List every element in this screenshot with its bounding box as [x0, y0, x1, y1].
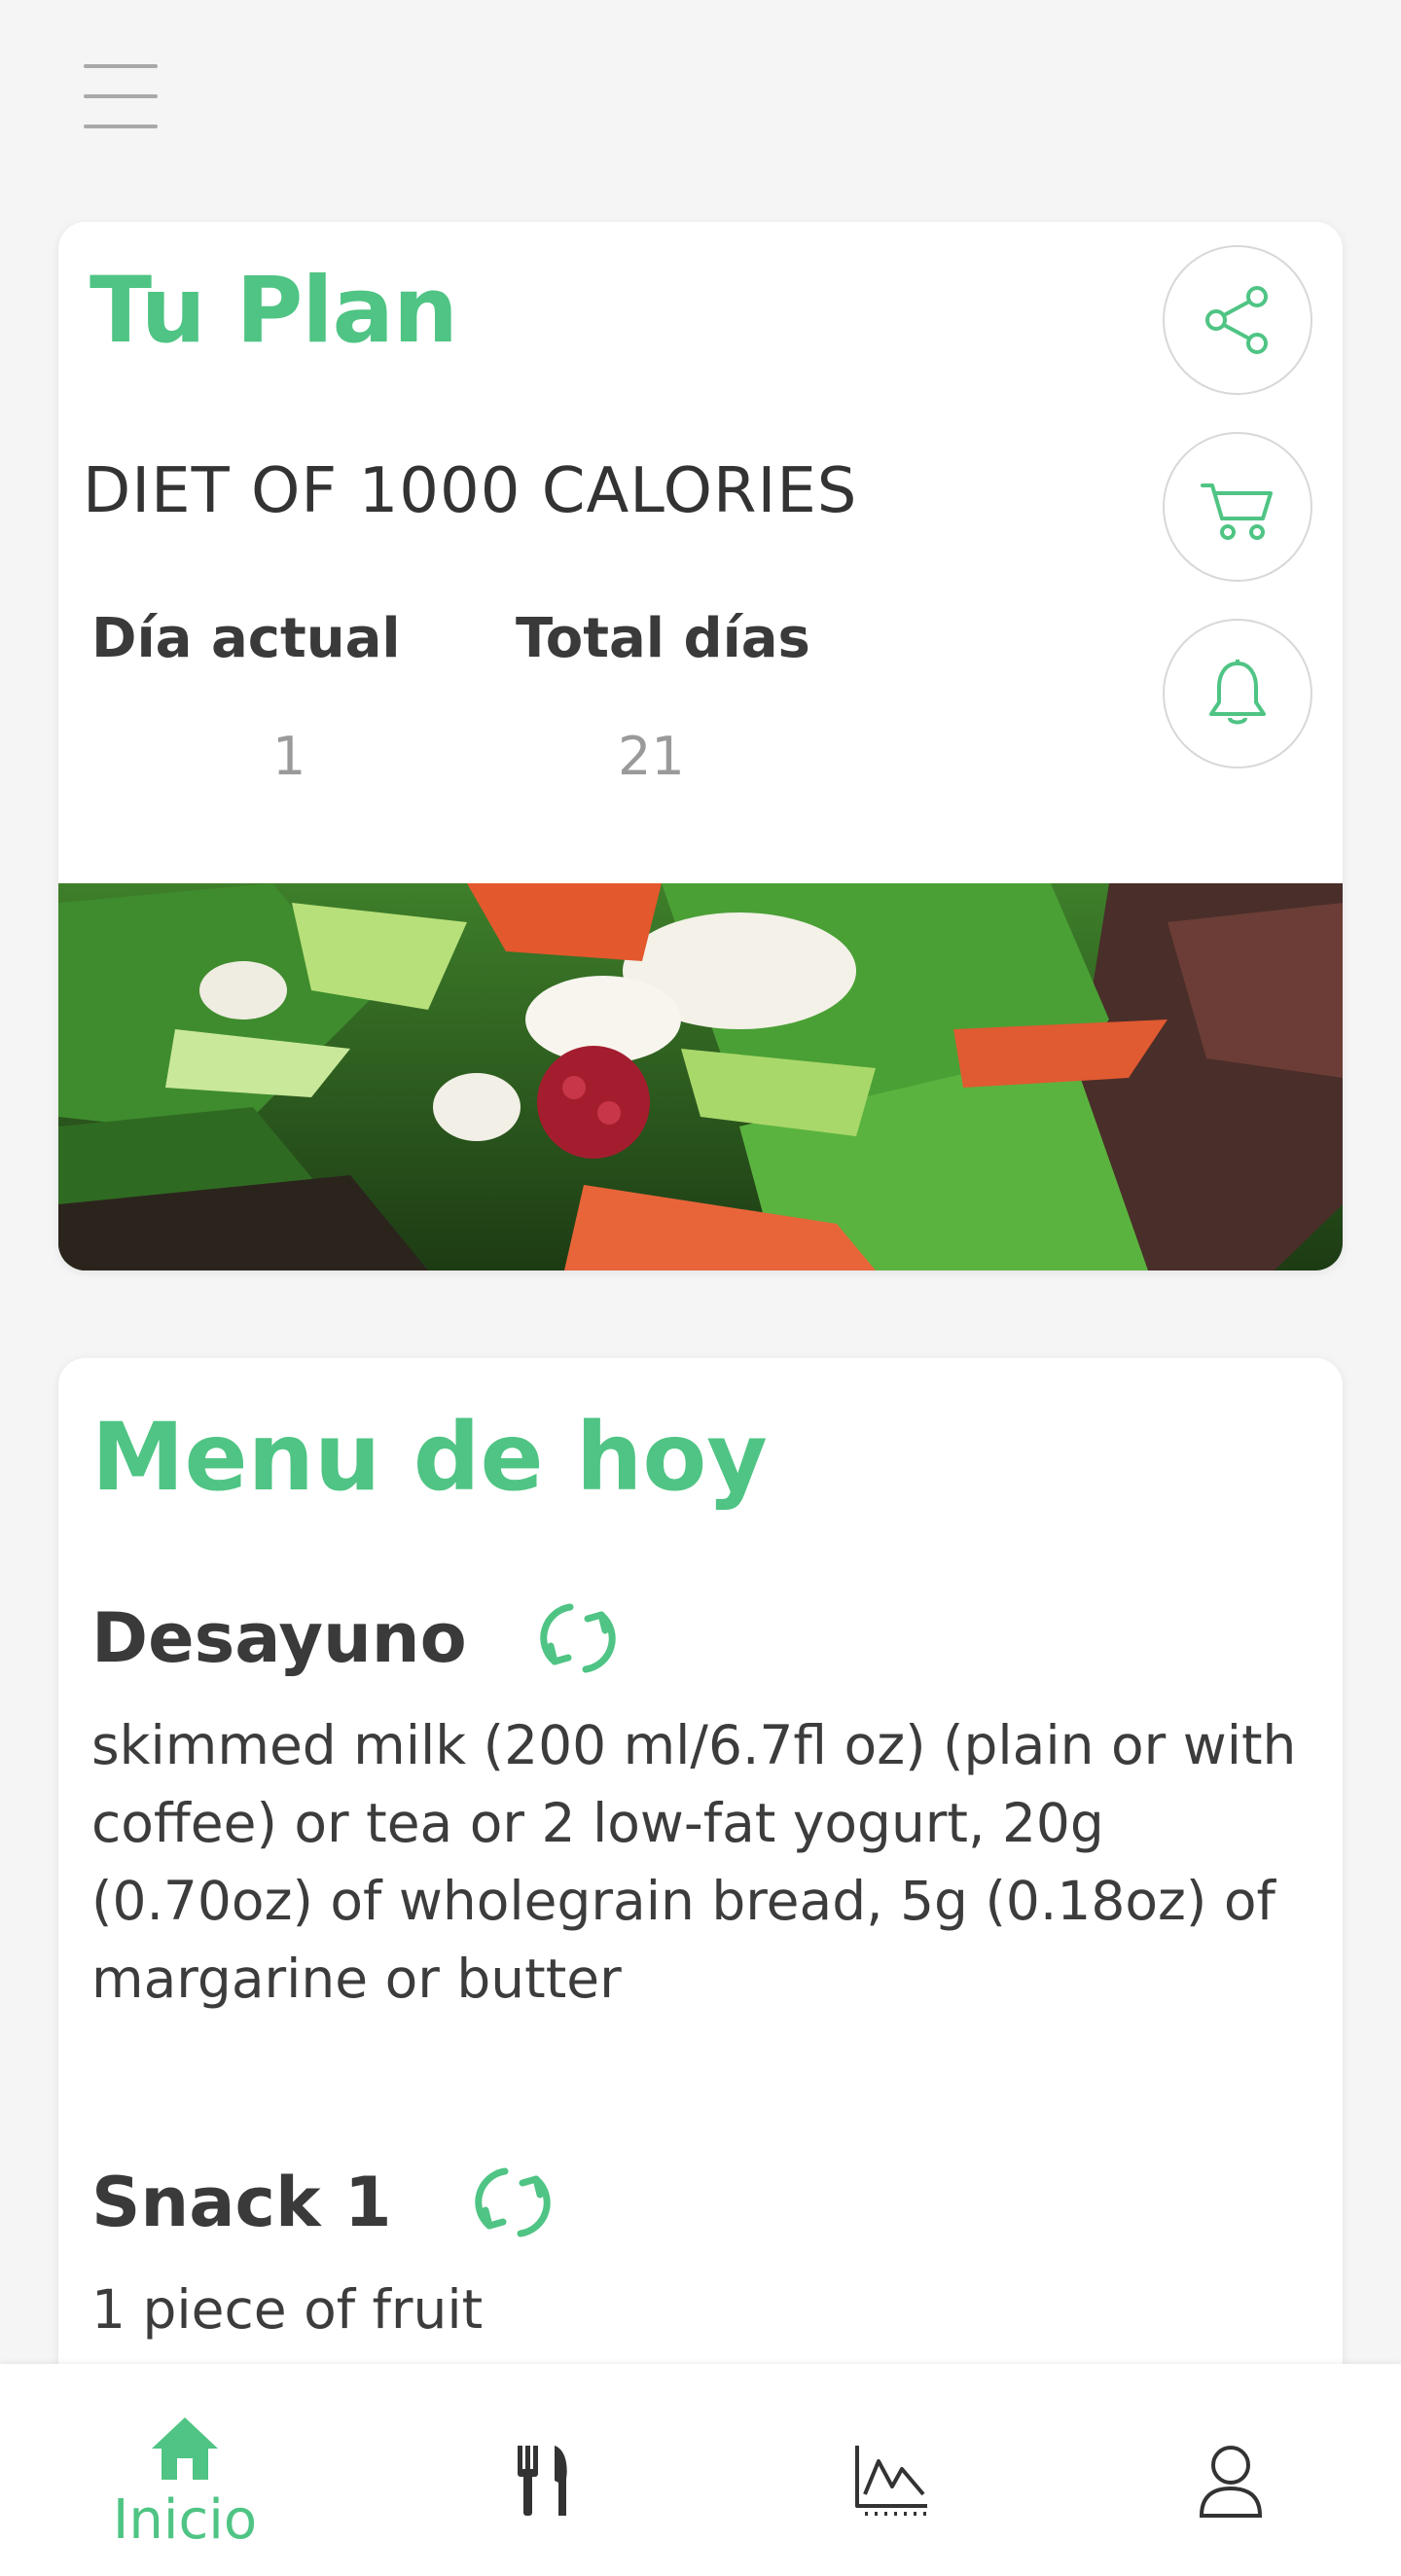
total-days-label: Total días — [516, 607, 810, 670]
meal-description: 1 piece of fruit — [91, 2278, 484, 2341]
meal-name: Desayuno — [91, 1598, 467, 1678]
menu-card: Menu de hoy Desayuno skimmed milk (200 m… — [58, 1358, 1343, 2389]
nav-item-profile[interactable] — [1056, 2364, 1401, 2576]
meal-item-snack: Snack 1 1 piece of fruit — [91, 2154, 1317, 2348]
plan-title: Tu Plan — [90, 258, 458, 364]
bell-icon — [1209, 660, 1266, 725]
bottom-nav: Inicio — [0, 2364, 1401, 2576]
current-day-value: 1 — [272, 726, 306, 787]
meal-item-breakfast: Desayuno skimmed milk (200 ml/6.7fl oz) … — [91, 1590, 1317, 2018]
current-day-label: Día actual — [91, 607, 401, 670]
share-button[interactable] — [1163, 245, 1312, 395]
profile-icon — [1199, 2446, 1263, 2518]
home-icon — [152, 2417, 218, 2480]
fork-knife-icon — [518, 2446, 567, 2516]
menu-title: Menu de hoy — [91, 1403, 768, 1512]
refresh-icon[interactable] — [533, 1593, 623, 1683]
nav-item-menu[interactable] — [370, 2364, 720, 2576]
notification-button[interactable] — [1163, 619, 1312, 769]
top-bar — [0, 0, 1401, 195]
meal-description: skimmed milk (200 ml/6.7fl oz) (plain or… — [91, 1714, 1297, 2010]
hamburger-icon[interactable] — [84, 64, 158, 128]
nav-label: Inicio — [112, 2488, 258, 2552]
meal-name: Snack 1 — [91, 2163, 392, 2242]
cart-icon — [1201, 483, 1273, 540]
cart-button[interactable] — [1163, 432, 1312, 582]
nav-item-inicio[interactable]: Inicio — [10, 2364, 360, 2576]
plan-card: Tu Plan DIET OF 1000 CALORIES Día actual… — [58, 222, 1343, 1270]
chart-icon — [855, 2446, 927, 2516]
nav-item-progress[interactable] — [715, 2364, 1065, 2576]
refresh-icon[interactable] — [468, 2158, 557, 2247]
share-icon — [1205, 286, 1268, 354]
diet-name: DIET OF 1000 CALORIES — [83, 455, 858, 527]
salad-photo — [58, 883, 1343, 1270]
total-days-value: 21 — [618, 726, 685, 787]
